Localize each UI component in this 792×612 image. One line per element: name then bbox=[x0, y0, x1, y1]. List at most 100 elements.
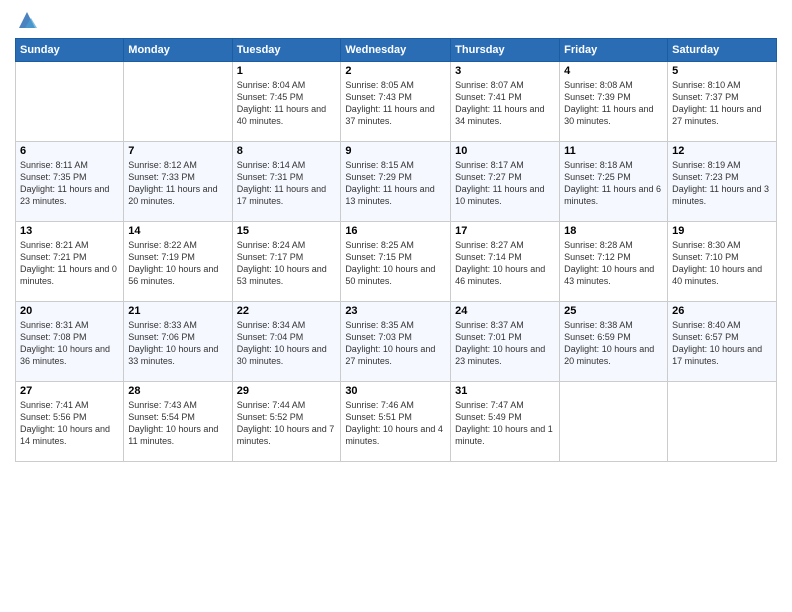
header bbox=[15, 10, 777, 30]
day-number: 16 bbox=[345, 225, 446, 237]
day-info: Sunrise: 8:04 AM Sunset: 7:45 PM Dayligh… bbox=[237, 79, 337, 128]
calendar-cell: 25 Sunrise: 8:38 AM Sunset: 6:59 PM Dayli… bbox=[560, 302, 668, 382]
day-number: 15 bbox=[237, 225, 337, 237]
day-info: Sunrise: 8:40 AM Sunset: 6:57 PM Dayligh… bbox=[672, 319, 772, 368]
calendar-cell: 15 Sunrise: 8:24 AM Sunset: 7:17 PM Dayli… bbox=[232, 222, 341, 302]
calendar-cell: 19 Sunrise: 8:30 AM Sunset: 7:10 PM Dayli… bbox=[668, 222, 777, 302]
day-info: Sunrise: 8:28 AM Sunset: 7:12 PM Dayligh… bbox=[564, 239, 663, 288]
day-number: 11 bbox=[564, 145, 663, 157]
day-info: Sunrise: 7:43 AM Sunset: 5:54 PM Dayligh… bbox=[128, 399, 227, 448]
day-info: Sunrise: 7:47 AM Sunset: 5:49 PM Dayligh… bbox=[455, 399, 555, 448]
day-info: Sunrise: 7:44 AM Sunset: 5:52 PM Dayligh… bbox=[237, 399, 337, 448]
calendar-cell: 8 Sunrise: 8:14 AM Sunset: 7:31 PM Daylig… bbox=[232, 142, 341, 222]
calendar-cell: 17Sunrise: 8:27 AM Sunset: 7:14 PM Dayli… bbox=[451, 222, 560, 302]
calendar-cell: 9 Sunrise: 8:15 AM Sunset: 7:29 PM Daylig… bbox=[341, 142, 451, 222]
day-info: Sunrise: 8:21 AM Sunset: 7:21 PM Dayligh… bbox=[20, 239, 119, 288]
day-info: Sunrise: 8:15 AM Sunset: 7:29 PM Dayligh… bbox=[345, 159, 446, 208]
week-row-2: 6 Sunrise: 8:11 AM Sunset: 7:35 PM Daylig… bbox=[16, 142, 777, 222]
logo bbox=[15, 10, 37, 30]
day-info: Sunrise: 8:34 AM Sunset: 7:04 PM Dayligh… bbox=[237, 319, 337, 368]
day-number: 28 bbox=[128, 385, 227, 397]
day-number: 5 bbox=[672, 65, 772, 77]
day-info: Sunrise: 8:10 AM Sunset: 7:37 PM Dayligh… bbox=[672, 79, 772, 128]
day-info: Sunrise: 8:37 AM Sunset: 7:01 PM Dayligh… bbox=[455, 319, 555, 368]
calendar-cell: 14 Sunrise: 8:22 AM Sunset: 7:19 PM Dayli… bbox=[124, 222, 232, 302]
day-number: 24 bbox=[455, 305, 555, 317]
week-row-1: 1 Sunrise: 8:04 AM Sunset: 7:45 PM Daylig… bbox=[16, 62, 777, 142]
day-info: Sunrise: 7:41 AM Sunset: 5:56 PM Dayligh… bbox=[20, 399, 119, 448]
calendar-cell: 21 Sunrise: 8:33 AM Sunset: 7:06 PM Dayli… bbox=[124, 302, 232, 382]
day-number: 3 bbox=[455, 65, 555, 77]
day-info: Sunrise: 8:12 AM Sunset: 7:33 PM Dayligh… bbox=[128, 159, 227, 208]
day-number: 30 bbox=[345, 385, 446, 397]
day-info: Sunrise: 8:07 AM Sunset: 7:41 PM Dayligh… bbox=[455, 79, 555, 128]
day-number: 14 bbox=[128, 225, 227, 237]
day-number: 10 bbox=[455, 145, 555, 157]
day-number: 25 bbox=[564, 305, 663, 317]
day-info: Sunrise: 8:27 AM Sunset: 7:14 PM Dayligh… bbox=[455, 239, 555, 288]
week-row-3: 13 Sunrise: 8:21 AM Sunset: 7:21 PM Dayli… bbox=[16, 222, 777, 302]
day-info: Sunrise: 7:46 AM Sunset: 5:51 PM Dayligh… bbox=[345, 399, 446, 448]
calendar-cell: 23Sunrise: 8:35 AM Sunset: 7:03 PM Dayli… bbox=[341, 302, 451, 382]
day-info: Sunrise: 8:22 AM Sunset: 7:19 PM Dayligh… bbox=[128, 239, 227, 288]
week-row-5: 27 Sunrise: 7:41 AM Sunset: 5:56 PM Dayli… bbox=[16, 382, 777, 462]
calendar-cell: 20 Sunrise: 8:31 AM Sunset: 7:08 PM Dayli… bbox=[16, 302, 124, 382]
calendar: SundayMondayTuesdayWednesdayThursdayFrid… bbox=[15, 38, 777, 462]
calendar-cell bbox=[560, 382, 668, 462]
day-number: 2 bbox=[345, 65, 446, 77]
calendar-cell: 11 Sunrise: 8:18 AM Sunset: 7:25 PM Dayli… bbox=[560, 142, 668, 222]
day-info: Sunrise: 8:31 AM Sunset: 7:08 PM Dayligh… bbox=[20, 319, 119, 368]
day-number: 27 bbox=[20, 385, 119, 397]
day-info: Sunrise: 8:30 AM Sunset: 7:10 PM Dayligh… bbox=[672, 239, 772, 288]
day-number: 9 bbox=[345, 145, 446, 157]
day-number: 18 bbox=[564, 225, 663, 237]
calendar-cell: 5 Sunrise: 8:10 AM Sunset: 7:37 PM Daylig… bbox=[668, 62, 777, 142]
calendar-cell: 30 Sunrise: 7:46 AM Sunset: 5:51 PM Dayli… bbox=[341, 382, 451, 462]
day-info: Sunrise: 8:18 AM Sunset: 7:25 PM Dayligh… bbox=[564, 159, 663, 208]
calendar-cell: 2 Sunrise: 8:05 AM Sunset: 7:43 PM Daylig… bbox=[341, 62, 451, 142]
day-number: 19 bbox=[672, 225, 772, 237]
calendar-cell: 3 Sunrise: 8:07 AM Sunset: 7:41 PM Daylig… bbox=[451, 62, 560, 142]
day-number: 4 bbox=[564, 65, 663, 77]
day-number: 8 bbox=[237, 145, 337, 157]
calendar-cell: 13 Sunrise: 8:21 AM Sunset: 7:21 PM Dayli… bbox=[16, 222, 124, 302]
day-info: Sunrise: 8:38 AM Sunset: 6:59 PM Dayligh… bbox=[564, 319, 663, 368]
day-info: Sunrise: 8:24 AM Sunset: 7:17 PM Dayligh… bbox=[237, 239, 337, 288]
day-info: Sunrise: 8:33 AM Sunset: 7:06 PM Dayligh… bbox=[128, 319, 227, 368]
day-info: Sunrise: 8:14 AM Sunset: 7:31 PM Dayligh… bbox=[237, 159, 337, 208]
calendar-cell: 18 Sunrise: 8:28 AM Sunset: 7:12 PM Dayli… bbox=[560, 222, 668, 302]
calendar-cell: 10Sunrise: 8:17 AM Sunset: 7:27 PM Dayli… bbox=[451, 142, 560, 222]
calendar-cell: 24 Sunrise: 8:37 AM Sunset: 7:01 PM Dayli… bbox=[451, 302, 560, 382]
day-number: 31 bbox=[455, 385, 555, 397]
calendar-cell: 26 Sunrise: 8:40 AM Sunset: 6:57 PM Dayli… bbox=[668, 302, 777, 382]
day-number: 12 bbox=[672, 145, 772, 157]
day-info: Sunrise: 8:25 AM Sunset: 7:15 PM Dayligh… bbox=[345, 239, 446, 288]
calendar-cell: 29Sunrise: 7:44 AM Sunset: 5:52 PM Dayli… bbox=[232, 382, 341, 462]
calendar-cell bbox=[124, 62, 232, 142]
calendar-cell: 16 Sunrise: 8:25 AM Sunset: 7:15 PM Dayli… bbox=[341, 222, 451, 302]
calendar-cell: 7Sunrise: 8:12 AM Sunset: 7:33 PM Daylig… bbox=[124, 142, 232, 222]
weekday-header-saturday: Saturday bbox=[668, 39, 777, 62]
logo-icon bbox=[17, 10, 37, 30]
day-number: 13 bbox=[20, 225, 119, 237]
calendar-cell bbox=[668, 382, 777, 462]
day-info: Sunrise: 8:05 AM Sunset: 7:43 PM Dayligh… bbox=[345, 79, 446, 128]
day-number: 26 bbox=[672, 305, 772, 317]
calendar-cell: 12 Sunrise: 8:19 AM Sunset: 7:23 PM Dayli… bbox=[668, 142, 777, 222]
day-info: Sunrise: 8:11 AM Sunset: 7:35 PM Dayligh… bbox=[20, 159, 119, 208]
page: SundayMondayTuesdayWednesdayThursdayFrid… bbox=[0, 0, 792, 612]
calendar-cell: 22 Sunrise: 8:34 AM Sunset: 7:04 PM Dayli… bbox=[232, 302, 341, 382]
day-number: 1 bbox=[237, 65, 337, 77]
calendar-cell: 27 Sunrise: 7:41 AM Sunset: 5:56 PM Dayli… bbox=[16, 382, 124, 462]
day-number: 20 bbox=[20, 305, 119, 317]
day-number: 21 bbox=[128, 305, 227, 317]
weekday-header-sunday: Sunday bbox=[16, 39, 124, 62]
day-number: 6 bbox=[20, 145, 119, 157]
calendar-cell: 31 Sunrise: 7:47 AM Sunset: 5:49 PM Dayli… bbox=[451, 382, 560, 462]
weekday-header-row: SundayMondayTuesdayWednesdayThursdayFrid… bbox=[16, 39, 777, 62]
calendar-cell: 28 Sunrise: 7:43 AM Sunset: 5:54 PM Dayli… bbox=[124, 382, 232, 462]
calendar-cell: 4Sunrise: 8:08 AM Sunset: 7:39 PM Daylig… bbox=[560, 62, 668, 142]
day-number: 22 bbox=[237, 305, 337, 317]
day-info: Sunrise: 8:19 AM Sunset: 7:23 PM Dayligh… bbox=[672, 159, 772, 208]
weekday-header-friday: Friday bbox=[560, 39, 668, 62]
